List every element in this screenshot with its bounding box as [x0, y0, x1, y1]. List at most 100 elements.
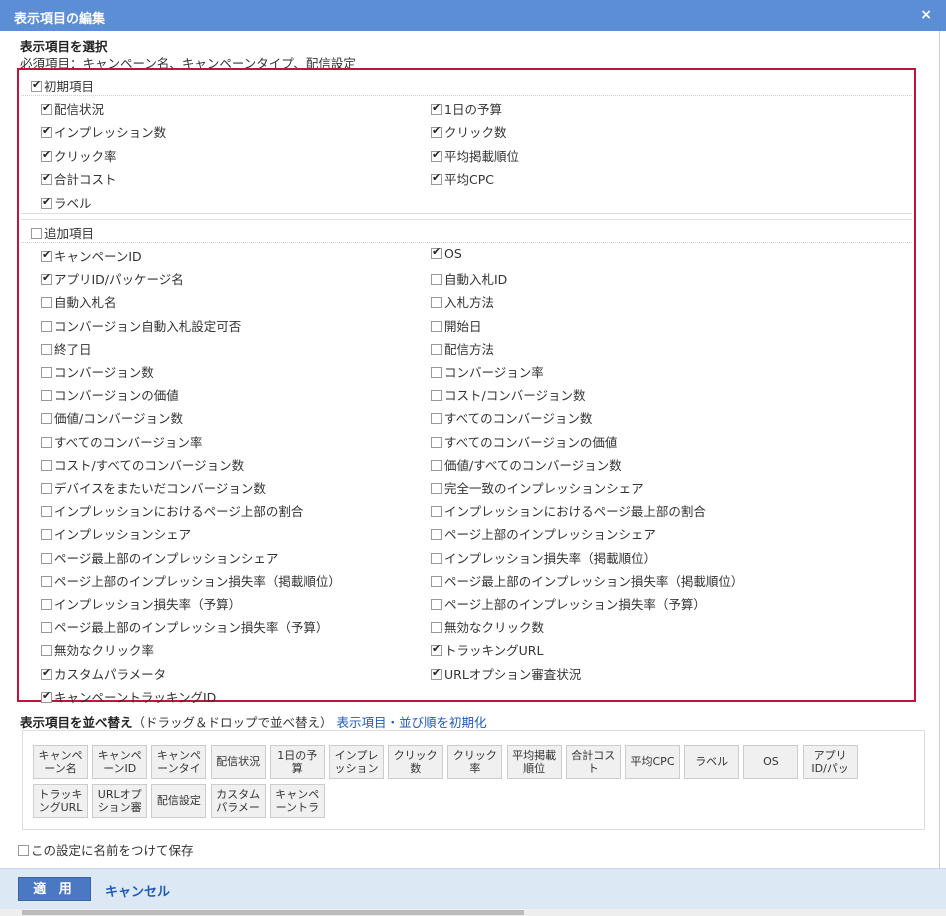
column-option-checkbox[interactable]	[41, 645, 52, 657]
order-chip[interactable]: ラベル	[684, 745, 740, 779]
column-option-checkbox[interactable]	[41, 529, 52, 541]
column-option[interactable]: ページ最上部のインプレッションシェア	[41, 548, 278, 567]
column-option-checkbox[interactable]	[41, 483, 52, 494]
column-option[interactable]: 無効なクリック率	[41, 640, 154, 659]
column-option-checkbox[interactable]	[431, 529, 442, 541]
column-option-checkbox[interactable]	[431, 642, 442, 657]
column-option-checkbox[interactable]	[41, 459, 52, 471]
column-option[interactable]: インプレッション損失率（予算）	[41, 594, 241, 613]
order-chip[interactable]: 1日の予算	[269, 745, 325, 779]
column-option[interactable]: 価値/すべてのコンバージョン数	[431, 455, 622, 474]
column-option[interactable]: キャンペーンID	[41, 246, 142, 265]
column-option[interactable]: すべてのコンバージョンの価値	[431, 432, 617, 451]
column-option-checkbox[interactable]	[431, 171, 442, 186]
column-option[interactable]: クリック率	[41, 146, 117, 165]
column-option[interactable]: デバイスをまたいだコンバージョン数	[41, 478, 266, 497]
apply-button[interactable]: 適 用	[18, 877, 91, 901]
column-option-checkbox[interactable]	[41, 506, 52, 518]
order-chip[interactable]: キャンペ ーンタイ	[151, 745, 207, 779]
order-chip[interactable]: 平均掲載 順位	[506, 745, 562, 779]
additional-group-checkbox[interactable]	[31, 228, 42, 239]
column-option[interactable]: ラベル	[41, 193, 92, 212]
order-chip[interactable]: インプレ ッション	[329, 745, 384, 779]
column-option-checkbox[interactable]	[41, 171, 52, 186]
column-option[interactable]: コンバージョン自動入札設定可否	[41, 316, 241, 335]
column-option-checkbox[interactable]	[41, 271, 52, 286]
column-option[interactable]: OS	[431, 245, 462, 261]
column-option[interactable]: インプレッションシェア	[41, 524, 191, 543]
order-chip[interactable]: トラッキ ングURL	[33, 784, 88, 818]
column-option-checkbox[interactable]	[41, 689, 52, 703]
order-chip[interactable]: OS	[743, 745, 799, 779]
column-option-checkbox[interactable]	[41, 297, 52, 309]
column-option-checkbox[interactable]	[41, 124, 52, 139]
column-option[interactable]: すべてのコンバージョン率	[41, 432, 202, 451]
order-chip[interactable]: クリック数	[388, 745, 444, 779]
column-option[interactable]: コスト/コンバージョン数	[431, 385, 585, 404]
column-option-checkbox[interactable]	[41, 622, 52, 634]
column-option-checkbox[interactable]	[431, 413, 442, 425]
column-option-checkbox[interactable]	[431, 101, 442, 115]
order-chip[interactable]: キャンペ ーン名	[33, 745, 88, 779]
order-chip[interactable]: キャンペ ーントラ	[269, 784, 325, 818]
column-option[interactable]: 1日の予算	[431, 99, 502, 118]
order-chip[interactable]: アプリ ID/パッ	[802, 745, 858, 779]
initial-group-checkbox[interactable]	[31, 78, 42, 92]
column-option-checkbox[interactable]	[41, 413, 52, 425]
column-option-checkbox[interactable]	[431, 297, 442, 309]
order-chip[interactable]: 配信設定	[151, 784, 207, 818]
column-option[interactable]: 自動入札名	[41, 292, 117, 311]
column-option[interactable]: コンバージョン率	[431, 362, 544, 381]
column-option-checkbox[interactable]	[431, 274, 442, 286]
column-option[interactable]: URLオプション審査状況	[431, 664, 581, 683]
order-chip[interactable]: 平均CPC	[625, 745, 680, 779]
column-option-checkbox[interactable]	[431, 343, 442, 355]
column-option-checkbox[interactable]	[41, 248, 52, 262]
column-option-checkbox[interactable]	[431, 666, 442, 680]
column-option-checkbox[interactable]	[431, 436, 442, 448]
column-option-checkbox[interactable]	[41, 575, 52, 587]
column-option-checkbox[interactable]	[41, 666, 52, 680]
column-option-checkbox[interactable]	[431, 575, 442, 587]
column-option-checkbox[interactable]	[41, 148, 52, 162]
column-option[interactable]: 自動入札ID	[431, 269, 507, 288]
column-option[interactable]: コンバージョンの価値	[41, 385, 179, 404]
column-option-checkbox[interactable]	[41, 436, 52, 448]
column-option-checkbox[interactable]	[431, 367, 442, 378]
column-option[interactable]: アプリID/パッケージ名	[41, 269, 184, 288]
column-option[interactable]: 配信方法	[431, 339, 494, 358]
column-option-checkbox[interactable]	[431, 599, 442, 610]
column-option[interactable]: 合計コスト	[41, 169, 117, 188]
column-option[interactable]: コンバージョン数	[41, 362, 154, 381]
order-chip[interactable]: キャンペ ーンID	[92, 745, 148, 779]
column-option-checkbox[interactable]	[431, 459, 442, 471]
column-option-checkbox[interactable]	[431, 390, 442, 402]
column-option[interactable]: カスタムパラメータ	[41, 664, 166, 683]
column-option-checkbox[interactable]	[41, 320, 52, 332]
close-icon[interactable]: ×	[920, 7, 932, 23]
order-chip[interactable]: カスタム パラメー	[210, 784, 266, 818]
save-setting-checkbox[interactable]	[18, 845, 29, 856]
column-option-checkbox[interactable]	[431, 622, 442, 634]
column-option[interactable]: ページ上部のインプレッションシェア	[431, 524, 656, 543]
column-option[interactable]: 終了日	[41, 339, 92, 358]
column-option[interactable]: すべてのコンバージョン数	[431, 408, 592, 427]
column-option[interactable]: ページ上部のインプレッション損失率（予算）	[431, 594, 706, 613]
column-option-checkbox[interactable]	[41, 367, 52, 378]
column-option[interactable]: インプレッション数	[41, 122, 166, 141]
column-option-checkbox[interactable]	[431, 320, 442, 332]
column-option[interactable]: トラッキングURL	[431, 640, 543, 659]
column-option-checkbox[interactable]	[41, 390, 52, 402]
column-option-checkbox[interactable]	[41, 599, 52, 610]
column-option-checkbox[interactable]	[41, 552, 52, 564]
scrollbar-thumb[interactable]	[22, 910, 524, 915]
column-option-checkbox[interactable]	[431, 483, 442, 494]
column-option[interactable]: 平均掲載順位	[431, 146, 519, 165]
order-chip[interactable]: クリック率	[447, 745, 503, 779]
column-option-checkbox[interactable]	[431, 148, 442, 162]
column-option-checkbox[interactable]	[431, 124, 442, 139]
order-chip[interactable]: 配信状況	[210, 745, 266, 779]
column-option[interactable]: 配信状況	[41, 99, 104, 118]
column-option[interactable]: ページ上部のインプレッション損失率（掲載順位）	[41, 571, 341, 590]
column-option[interactable]: クリック数	[431, 122, 507, 141]
